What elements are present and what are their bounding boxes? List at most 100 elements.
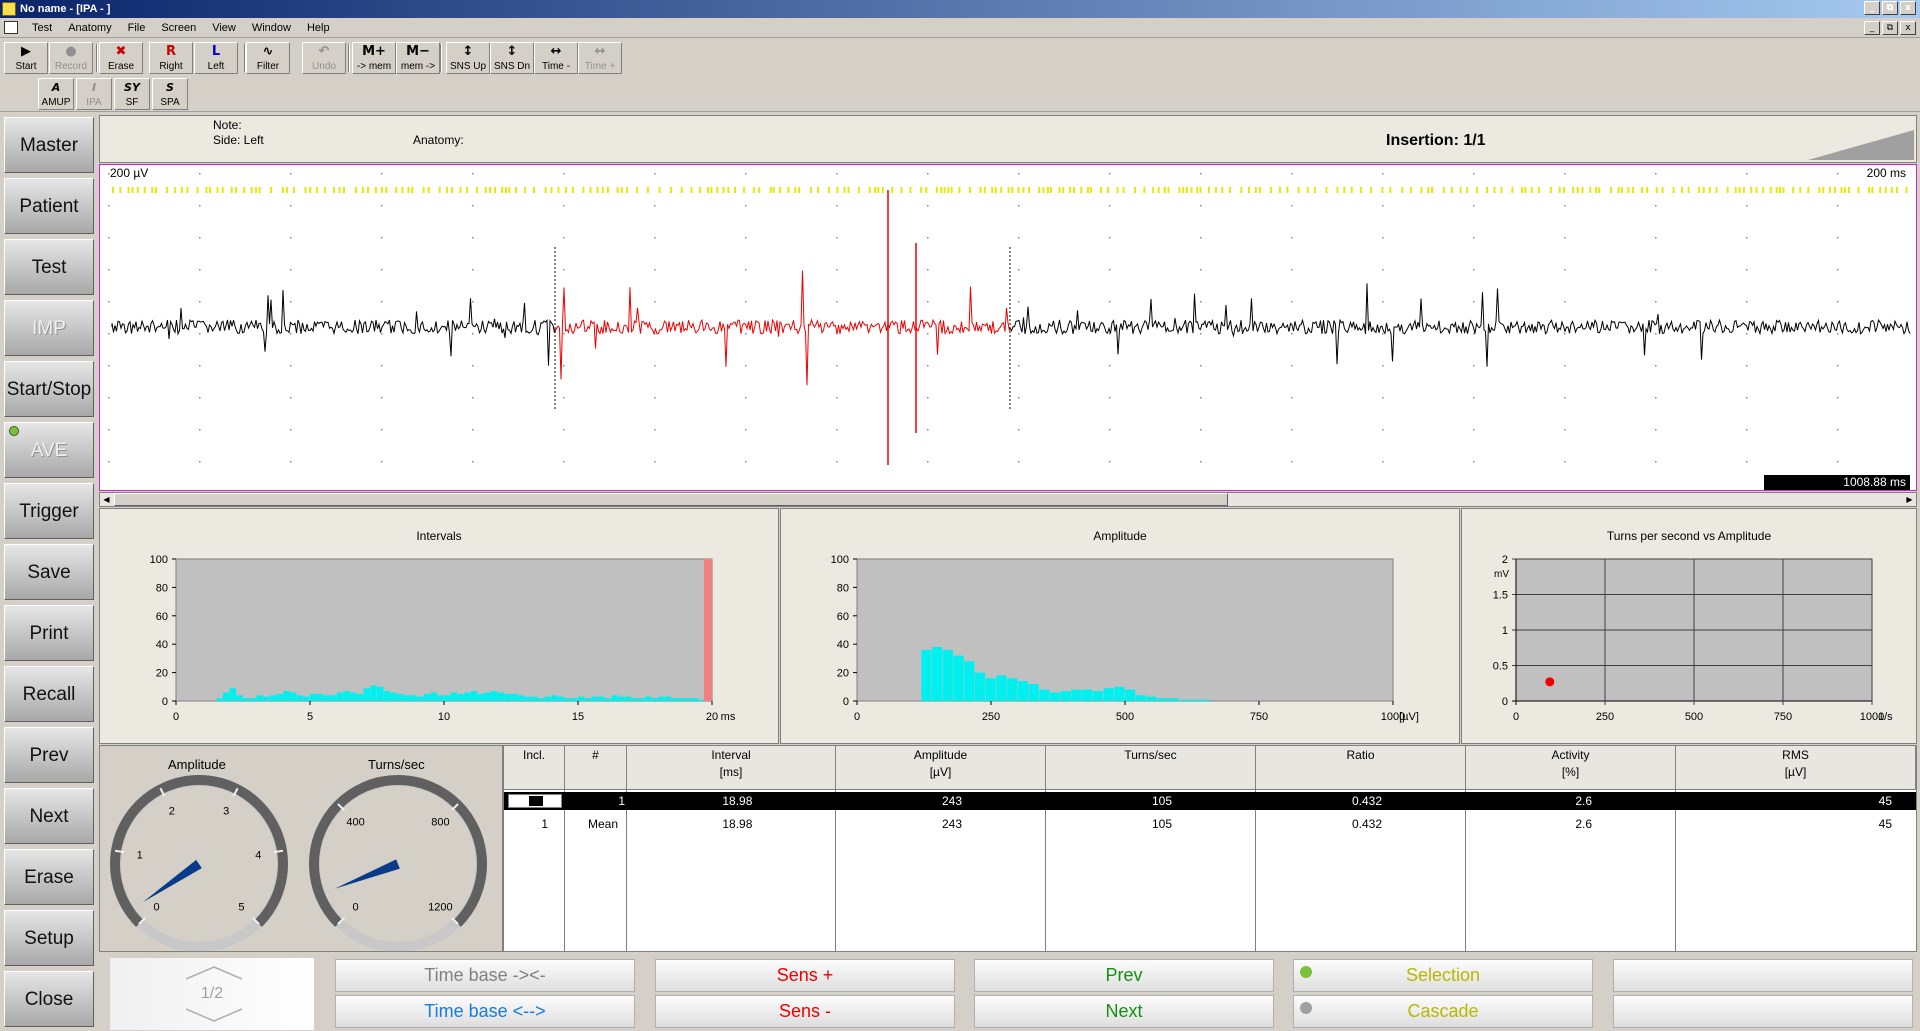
softkey-sens-3[interactable]: Sens - (655, 995, 955, 1028)
column-header-activity[interactable]: Activity [%] (1466, 746, 1676, 790)
sns-up-icon: ↕ (462, 44, 474, 59)
close-icon[interactable]: x (1900, 1, 1916, 15)
histogram-bar (390, 692, 397, 701)
scroll-left-icon[interactable]: ◀ (100, 493, 113, 506)
sidebar-print-button[interactable]: Print (4, 605, 94, 661)
sidebar-ave-button[interactable]: AVE (4, 422, 94, 478)
doc-restore-icon[interactable]: ⧉ (1882, 21, 1898, 35)
amplitude-histogram: 1008060402000 250 500 750 1000[µV] (831, 554, 1419, 723)
sidebar-erase-button[interactable]: Erase (4, 849, 94, 905)
analysis-amup-button[interactable]: A AMUP (38, 78, 74, 110)
column-header-incl[interactable]: Incl. (504, 746, 565, 790)
softkey-next-5[interactable]: Next (974, 995, 1274, 1028)
y-tick-label: 60 (156, 611, 168, 623)
menu-anatomy[interactable]: Anatomy (60, 21, 119, 35)
menu-file[interactable]: File (120, 21, 154, 35)
page-up-icon[interactable] (186, 966, 242, 980)
toolbar-mem-button-7[interactable]: M+ -> mem (352, 42, 396, 74)
toolbar-label: Filter (256, 61, 280, 72)
column-header-amplitude[interactable]: Amplitude [µV] (836, 746, 1046, 790)
softkey-selection-6[interactable]: Selection (1293, 959, 1593, 992)
cell-incl: 1 (541, 817, 548, 831)
softkey-sens-2[interactable]: Sens + (655, 959, 955, 992)
analysis-ipa-button[interactable]: I IPA (76, 78, 112, 110)
page-down-icon[interactable] (186, 1008, 242, 1022)
toolbar-time-button-12[interactable]: ↔ Time + (578, 42, 622, 74)
page-indicator[interactable]: 1/2 (110, 958, 314, 1030)
doc-close-icon[interactable]: x (1900, 21, 1916, 35)
histogram-bar (618, 696, 625, 701)
column-header-turnssec[interactable]: Turns/sec (1046, 746, 1256, 790)
page-number: 1/2 (200, 985, 224, 1002)
toolbar-start-button-0[interactable]: ▶ Start (4, 42, 48, 74)
doc-minimize-icon[interactable]: _ (1864, 21, 1880, 35)
softkey-cascade-7[interactable]: Cascade (1293, 995, 1593, 1028)
x-tick-label: 20 (706, 711, 718, 723)
sidebar-trigger-button[interactable]: Trigger (4, 483, 94, 539)
menu-screen[interactable]: Screen (153, 21, 204, 35)
table-row[interactable]: 1 18.98 243 105 0.432 2.6 45 (504, 792, 1916, 810)
scroll-right-icon[interactable]: ▶ (1903, 493, 1916, 506)
menu-view[interactable]: View (204, 21, 244, 35)
column-header-rms[interactable]: RMS [µV] (1676, 746, 1916, 790)
toolbar-mem-button-8[interactable]: M− mem -> (396, 42, 440, 74)
y-tick-label: 0 (162, 696, 168, 708)
sidebar-test-button[interactable]: Test (4, 239, 94, 295)
scroll-thumb[interactable] (114, 493, 1228, 506)
sf-icon: SY (124, 81, 140, 94)
signal-level-icon (1808, 130, 1914, 160)
sidebar-patient-button[interactable]: Patient (4, 178, 94, 234)
include-checkbox[interactable] (508, 794, 562, 808)
softkey-empty-9[interactable] (1613, 995, 1913, 1028)
menu-help[interactable]: Help (299, 21, 338, 35)
toolbar-undo-button-6[interactable]: ↶ Undo (302, 42, 346, 74)
histogram-bar (403, 695, 411, 701)
toolbar-left-button-4[interactable]: L Left (194, 42, 238, 74)
sidebar-setup-button[interactable]: Setup (4, 910, 94, 966)
toolbar-sns-up-button-9[interactable]: ↕ SNS Up (446, 42, 490, 74)
emg-waveform[interactable]: 200 µV 200 ms 1008.88 ms (99, 164, 1917, 491)
restore-icon[interactable]: ⧉ (1882, 1, 1898, 15)
waveform-scrollbar[interactable]: ◀ ▶ (99, 492, 1917, 507)
sidebar-recall-button[interactable]: Recall (4, 666, 94, 722)
gauge-tick-label: 800 (431, 817, 449, 829)
softkey-empty-8[interactable] (1613, 959, 1913, 992)
histogram-bar (330, 695, 337, 701)
sidebar-imp-button[interactable]: IMP (4, 300, 94, 356)
toolbar-right-button-3[interactable]: R Right (149, 42, 193, 74)
analysis-spa-button[interactable]: S SPA (152, 78, 188, 110)
histogram-bar (665, 696, 672, 701)
softkey-prev-4[interactable]: Prev (974, 959, 1274, 992)
column-header-interval[interactable]: Interval [ms] (627, 746, 836, 790)
toolbar-label: SNS Up (449, 61, 487, 72)
sidebar-close-button[interactable]: Close (4, 971, 94, 1027)
document-icon[interactable] (4, 21, 18, 34)
histogram-bar (1017, 681, 1028, 701)
sidebar-start-stop-button[interactable]: Start/Stop (4, 361, 94, 417)
sidebar-save-button[interactable]: Save (4, 544, 94, 600)
sidebar-prev-button[interactable]: Prev (4, 727, 94, 783)
menu-test[interactable]: Test (24, 21, 60, 35)
analysis-sf-button[interactable]: SY SF (114, 78, 150, 110)
x-tick-label: 0 (173, 711, 179, 723)
softkey-time-base-1[interactable]: Time base <--> (335, 995, 635, 1028)
minimize-icon[interactable]: _ (1864, 1, 1880, 15)
column-header-num[interactable]: # (565, 746, 627, 790)
spa-icon: S (166, 81, 174, 94)
histogram-bar (269, 695, 277, 701)
toolbar-filter-button-5[interactable]: ∿ Filter (246, 42, 290, 74)
histogram-bar (557, 696, 565, 701)
sidebar-master-button[interactable]: Master (4, 117, 94, 173)
toolbar-record-button-1[interactable]: ● Record (49, 42, 93, 74)
sidebar-next-button[interactable]: Next (4, 788, 94, 844)
gauge-tick-label: 2 (169, 806, 175, 818)
menu-window[interactable]: Window (244, 21, 299, 35)
toolbar-erase-button-2[interactable]: ✖ Erase (99, 42, 143, 74)
table-row[interactable]: 1 Mean 18.98 243 105 0.432 2.6 45 (504, 815, 1916, 833)
column-header-ratio[interactable]: Ratio (1256, 746, 1466, 790)
softkey-time-base-0[interactable]: Time base -><- (335, 959, 635, 992)
histogram-bar (544, 696, 551, 701)
toolbar-time-button-11[interactable]: ↔ Time - (534, 42, 578, 74)
histogram-bar (216, 698, 223, 701)
toolbar-sns-dn-button-10[interactable]: ↕ SNS Dn (490, 42, 534, 74)
